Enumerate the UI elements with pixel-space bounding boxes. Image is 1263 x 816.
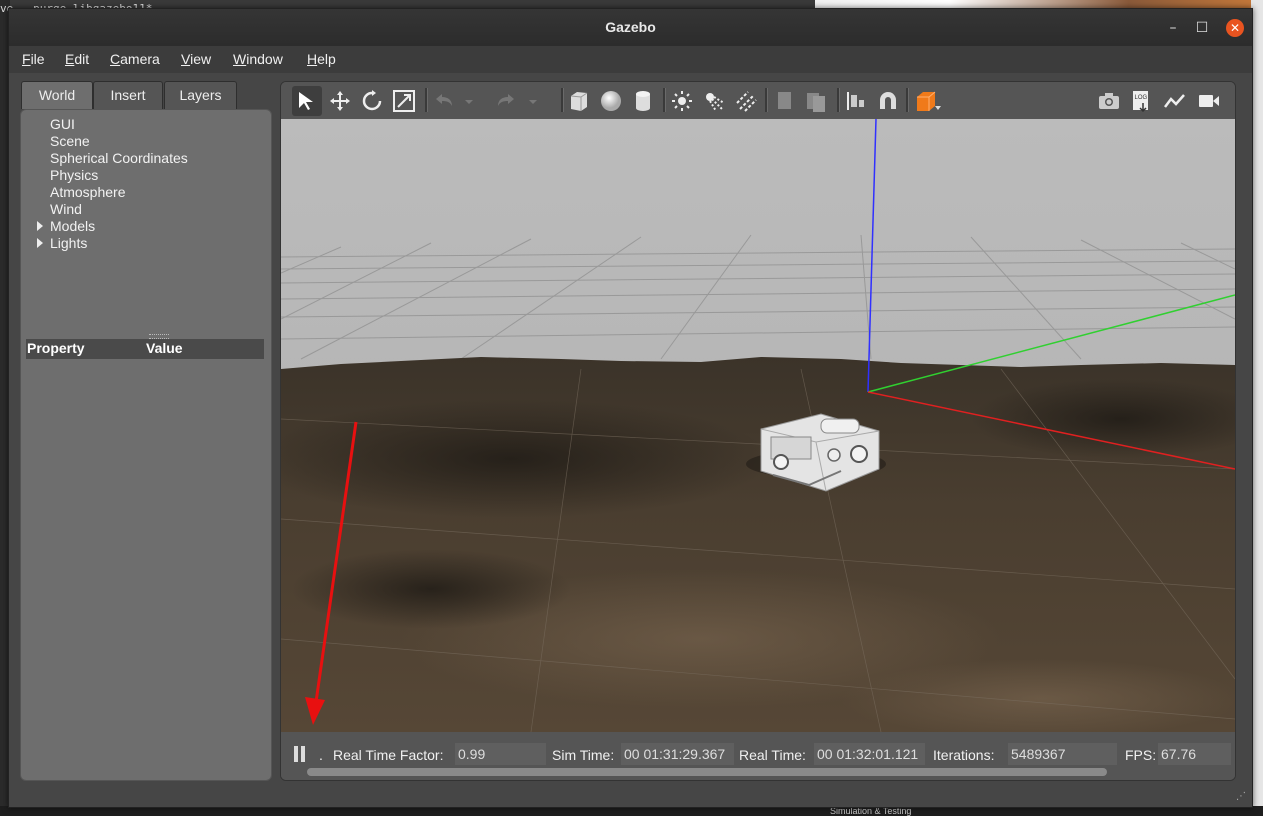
expand-arrow-icon[interactable] bbox=[37, 238, 43, 248]
view-angle-icon[interactable] bbox=[910, 86, 941, 116]
real-time-label: Real Time: bbox=[739, 747, 806, 763]
copy-icon[interactable] bbox=[770, 86, 800, 116]
scale-icon[interactable] bbox=[389, 86, 419, 116]
tab-insert[interactable]: Insert bbox=[93, 81, 163, 109]
background-window bbox=[815, 0, 1263, 8]
sphere-icon[interactable] bbox=[596, 86, 626, 116]
toolbar-separator bbox=[837, 88, 840, 112]
plot-icon[interactable] bbox=[1160, 86, 1190, 116]
log-icon[interactable]: LOG bbox=[1127, 86, 1157, 116]
menu-file[interactable]: File bbox=[22, 51, 45, 67]
value-column-header: Value bbox=[146, 340, 183, 356]
svg-text:LOG: LOG bbox=[1135, 95, 1148, 101]
real-time-value: 00 01:32:01.121 bbox=[814, 743, 925, 765]
tree-item-scene[interactable]: Scene bbox=[50, 133, 90, 149]
resize-grip-icon[interactable]: ⋰ bbox=[1236, 791, 1248, 803]
world-panel: GUI Scene Spherical Coordinates Physics … bbox=[20, 109, 272, 781]
cylinder-icon[interactable] bbox=[628, 86, 658, 116]
tree-item-wind[interactable]: Wind bbox=[50, 201, 82, 217]
tree-item-atmosphere[interactable]: Atmosphere bbox=[50, 184, 125, 200]
real-time-factor-label: Real Time Factor: bbox=[333, 747, 444, 763]
toolbar-separator bbox=[765, 88, 768, 112]
menu-window[interactable]: Window bbox=[233, 51, 283, 67]
toolbar-separator bbox=[425, 88, 428, 112]
directional-light-icon[interactable] bbox=[731, 86, 761, 116]
iterations-value: 5489367 bbox=[1008, 743, 1117, 765]
align-icon[interactable] bbox=[841, 86, 871, 116]
menu-edit[interactable]: Edit bbox=[65, 51, 89, 67]
tree-item-physics[interactable]: Physics bbox=[50, 167, 98, 183]
render-panel: LOG . Real Time Factor: 0.99 Sim Time: 0… bbox=[280, 81, 1236, 781]
toolbar: LOG bbox=[281, 82, 1235, 119]
status-bar: . Real Time Factor: 0.99 Sim Time: 00 01… bbox=[281, 732, 1235, 780]
menu-bar: File Edit Camera View Window Help bbox=[9, 46, 1252, 73]
menu-view[interactable]: View bbox=[181, 51, 211, 67]
tree-item-lights[interactable]: Lights bbox=[50, 235, 87, 251]
gazebo-window: Gazebo – ☐ ✕ File Edit Camera View Windo… bbox=[8, 8, 1253, 808]
menu-camera[interactable]: Camera bbox=[110, 51, 160, 67]
sim-time-label: Sim Time: bbox=[552, 747, 615, 763]
spot-light-icon[interactable] bbox=[699, 86, 729, 116]
video-record-icon[interactable] bbox=[1194, 86, 1224, 116]
screenshot-icon[interactable] bbox=[1094, 86, 1124, 116]
tree-item-gui[interactable]: GUI bbox=[50, 116, 75, 132]
redo-icon[interactable] bbox=[491, 86, 521, 116]
redo-dropdown-icon[interactable] bbox=[525, 86, 539, 116]
toolbar-separator bbox=[663, 88, 666, 112]
translate-icon[interactable] bbox=[325, 86, 355, 116]
undo-dropdown-icon[interactable] bbox=[461, 86, 475, 116]
close-button[interactable]: ✕ bbox=[1226, 19, 1244, 37]
point-light-icon[interactable] bbox=[667, 86, 697, 116]
fps-value: 67.76 bbox=[1158, 743, 1231, 765]
tree-item-spherical-coordinates[interactable]: Spherical Coordinates bbox=[50, 150, 188, 166]
step-button[interactable]: . bbox=[319, 747, 323, 763]
window-title: Gazebo bbox=[605, 19, 656, 35]
tab-world[interactable]: World bbox=[21, 81, 93, 109]
pause-icon[interactable] bbox=[293, 745, 307, 767]
title-bar[interactable]: Gazebo – ☐ ✕ bbox=[9, 9, 1252, 46]
maximize-button[interactable]: ☐ bbox=[1193, 19, 1211, 37]
sim-time-value: 00 01:31:29.367 bbox=[621, 743, 734, 765]
box-icon[interactable] bbox=[564, 86, 594, 116]
tab-layers[interactable]: Layers bbox=[164, 81, 237, 109]
minimize-button[interactable]: – bbox=[1164, 19, 1182, 37]
menu-help[interactable]: Help bbox=[307, 51, 336, 67]
undo-icon[interactable] bbox=[429, 86, 459, 116]
tree-item-models[interactable]: Models bbox=[50, 218, 95, 234]
toolbar-separator bbox=[906, 88, 909, 112]
3d-viewport[interactable] bbox=[281, 118, 1235, 739]
select-arrow-icon[interactable] bbox=[292, 86, 322, 116]
fps-label: FPS: bbox=[1125, 747, 1157, 763]
expand-arrow-icon[interactable] bbox=[37, 221, 43, 231]
property-table-header: Property Value bbox=[26, 339, 264, 359]
paste-icon[interactable] bbox=[801, 86, 831, 116]
horizontal-scrollbar[interactable] bbox=[307, 768, 1107, 776]
iterations-label: Iterations: bbox=[933, 747, 995, 763]
real-time-factor-value: 0.99 bbox=[455, 743, 546, 765]
snap-magnet-icon[interactable] bbox=[873, 86, 903, 116]
rotate-icon[interactable] bbox=[357, 86, 387, 116]
property-column-header: Property bbox=[27, 340, 85, 356]
